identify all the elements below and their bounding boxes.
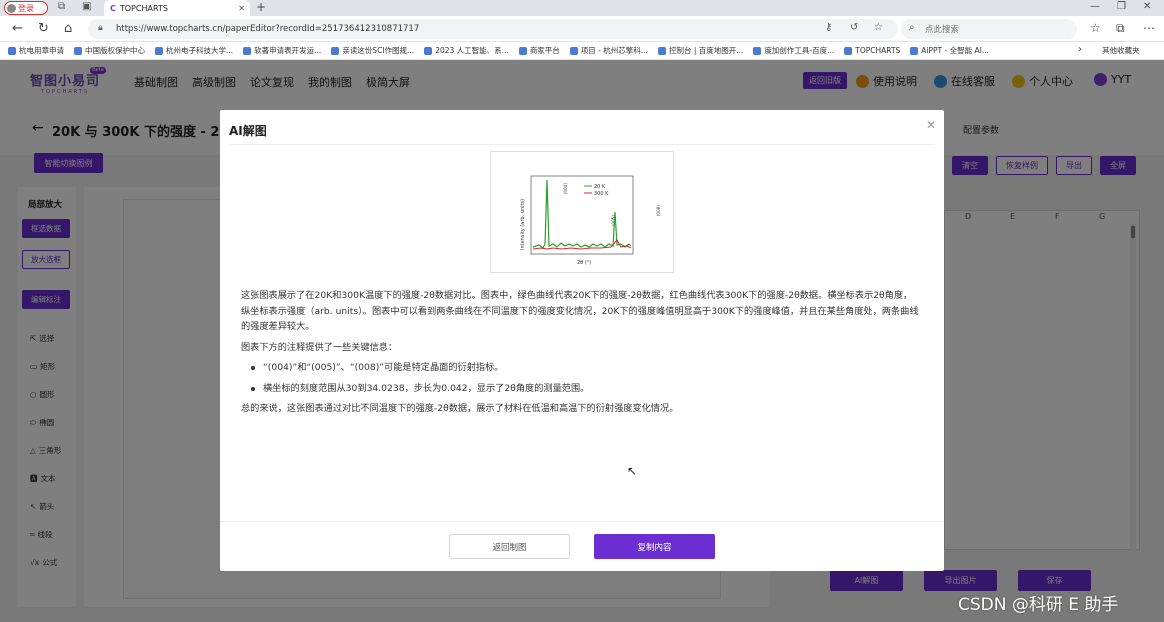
modal-divider [229, 144, 935, 145]
close-window-icon[interactable]: ✕ [1143, 1, 1151, 12]
copy-content-button[interactable]: 复制内容 [594, 534, 715, 559]
bookmark-favicon-icon [910, 46, 919, 55]
analysis-bullet: “(004)”和“(005)”、“(008)”可能是特定晶面的衍射指标。 [241, 360, 921, 376]
bookmark-favicon-icon [155, 46, 163, 55]
search-icon: ⌕ [909, 22, 915, 33]
thumbnail-series-300k [532, 239, 632, 250]
refresh-icon[interactable]: ↻ [38, 21, 49, 36]
bookmark-item[interactable]: 杭电用章申请 [8, 45, 64, 56]
bookmark-item[interactable]: TOPCHARTS [844, 46, 900, 55]
tab-close-icon[interactable]: ✕ [238, 4, 245, 13]
analysis-list: “(004)”和“(005)”、“(008)”可能是特定晶面的衍射指标。 横坐标… [241, 360, 921, 396]
favorite-star-icon[interactable]: ☆ [874, 22, 883, 33]
bookmark-item[interactable]: 度加创作工具-百度... [753, 45, 834, 56]
bookmarks-overflow-icon[interactable]: › [1078, 44, 1082, 55]
modal-title: AI解图 [229, 124, 267, 138]
bookmarks-bar: 杭电用章申请 中国版权保护中心 杭州电子科技大学... 软著申请表开发运... … [0, 42, 1164, 60]
back-icon[interactable]: ← [12, 21, 23, 36]
mouse-cursor-icon: ↖ [627, 464, 638, 478]
favorites-icon[interactable]: ☆ [1090, 21, 1101, 35]
bookmark-item[interactable]: 软著申请表开发运... [243, 45, 321, 56]
tab-title: TOPCHARTS [119, 3, 168, 13]
bookmark-favicon-icon [74, 46, 82, 55]
avatar-icon [7, 3, 16, 13]
new-tab-icon[interactable]: + [256, 0, 266, 14]
restore-icon[interactable]: ❐ [1117, 1, 1126, 12]
chart-thumbnail: Intensity (arb. units) 2θ (°) 20 K 300 K… [490, 151, 674, 273]
bookmark-favicon-icon [569, 46, 578, 55]
lock-icon: 🔒︎ [98, 23, 103, 33]
extensions-icon[interactable]: ⧉ [1116, 21, 1125, 36]
back-to-editor-button[interactable]: 返回制图 [449, 534, 570, 559]
bookmark-favicon-icon [243, 46, 252, 55]
modal-footer-divider [220, 521, 944, 522]
thumbnail-annotation: (008) [656, 205, 661, 216]
bookmark-item[interactable]: 商家平台 [518, 45, 560, 56]
tab-actions-icon[interactable]: ▣ [82, 1, 91, 12]
bookmark-favicon-icon [518, 46, 527, 55]
url-bar[interactable]: 🔒︎ https://www.topcharts.cn/paperEditor?r… [88, 19, 898, 39]
bookmark-item[interactable]: 控制台 | 百度地图开... [657, 45, 743, 56]
thumbnail-annotation: (004) [563, 183, 568, 194]
profile-label: 登录 [18, 3, 34, 13]
bookmark-favicon-icon [331, 46, 340, 55]
bookmark-favicon-icon [657, 46, 666, 55]
site-favicon-icon: C [110, 3, 116, 13]
analysis-paragraph: 这张图表展示了在20K和300K温度下的强度-2θ数据对比。图表中，绿色曲线代表… [241, 290, 919, 332]
minimize-icon[interactable]: — [1090, 1, 1100, 12]
reader-icon[interactable]: ↺ [850, 22, 858, 33]
more-icon[interactable]: ⋯ [1143, 21, 1155, 35]
analysis-paragraph: 图表下方的注释提供了一些关键信息： [241, 341, 398, 353]
thumbnail-xlabel: 2θ (°) [577, 260, 591, 266]
modal-body: 这张图表展示了在20K和300K温度下的强度-2θ数据对比。图表中，绿色曲线代表… [241, 288, 921, 422]
csdn-watermark: CSDN @科研 E 助手 [958, 595, 1119, 615]
bookmark-favicon-icon [753, 46, 762, 55]
profile-button[interactable]: 登录 [4, 1, 48, 15]
analysis-bullet: 横坐标的刻度范围从30到34.0238，步长为0.042，显示了2θ角度的测量范… [241, 381, 921, 397]
browser-tab[interactable]: C TOPCHARTS ✕ [104, 0, 250, 16]
other-favorites[interactable]: 其他收藏夹 [1102, 45, 1140, 56]
bookmark-favicon-icon [844, 46, 853, 55]
bookmark-favicon-icon [8, 46, 16, 55]
modal-close-icon[interactable]: ✕ [926, 118, 936, 132]
bookmark-favicon-icon [424, 46, 433, 55]
thumbnail-ylabel: Intensity (arb. units) [520, 199, 526, 250]
thumbnail-chart-svg: Intensity (arb. units) 2θ (°) 20 K 300 K… [520, 175, 661, 266]
bookmark-item[interactable]: 亲读这份SCI作图规... [331, 45, 414, 56]
bookmark-item[interactable]: 杭州电子科技大学... [155, 45, 233, 56]
thumbnail-legend-20k: 20 K [594, 184, 606, 190]
bookmark-item[interactable]: AiPPT - 全智能 AI... [910, 45, 989, 56]
collections-icon[interactable]: ⧉ [58, 1, 65, 12]
thumbnail-legend-300k: 300 K [594, 191, 609, 197]
bookmark-item[interactable]: 项目 - 杭州芯擎科... [569, 45, 648, 56]
home-icon[interactable]: ⌂ [64, 21, 72, 36]
analysis-paragraph: 总的来说，这张图表通过对比不同温度下的强度-2θ数据，展示了材料在低温和高温下的… [241, 403, 679, 414]
url-text: https://www.topcharts.cn/paperEditor?rec… [116, 24, 420, 34]
bookmark-item[interactable]: 2023 人工智能、系... [424, 45, 509, 56]
key-icon[interactable]: ⚷ [825, 22, 832, 33]
search-box[interactable]: ⌕ 点此搜索 [901, 19, 1077, 39]
bookmark-item[interactable]: 中国版权保护中心 [74, 45, 145, 56]
thumbnail-series-20k [532, 179, 632, 249]
search-placeholder: 点此搜索 [925, 25, 960, 35]
